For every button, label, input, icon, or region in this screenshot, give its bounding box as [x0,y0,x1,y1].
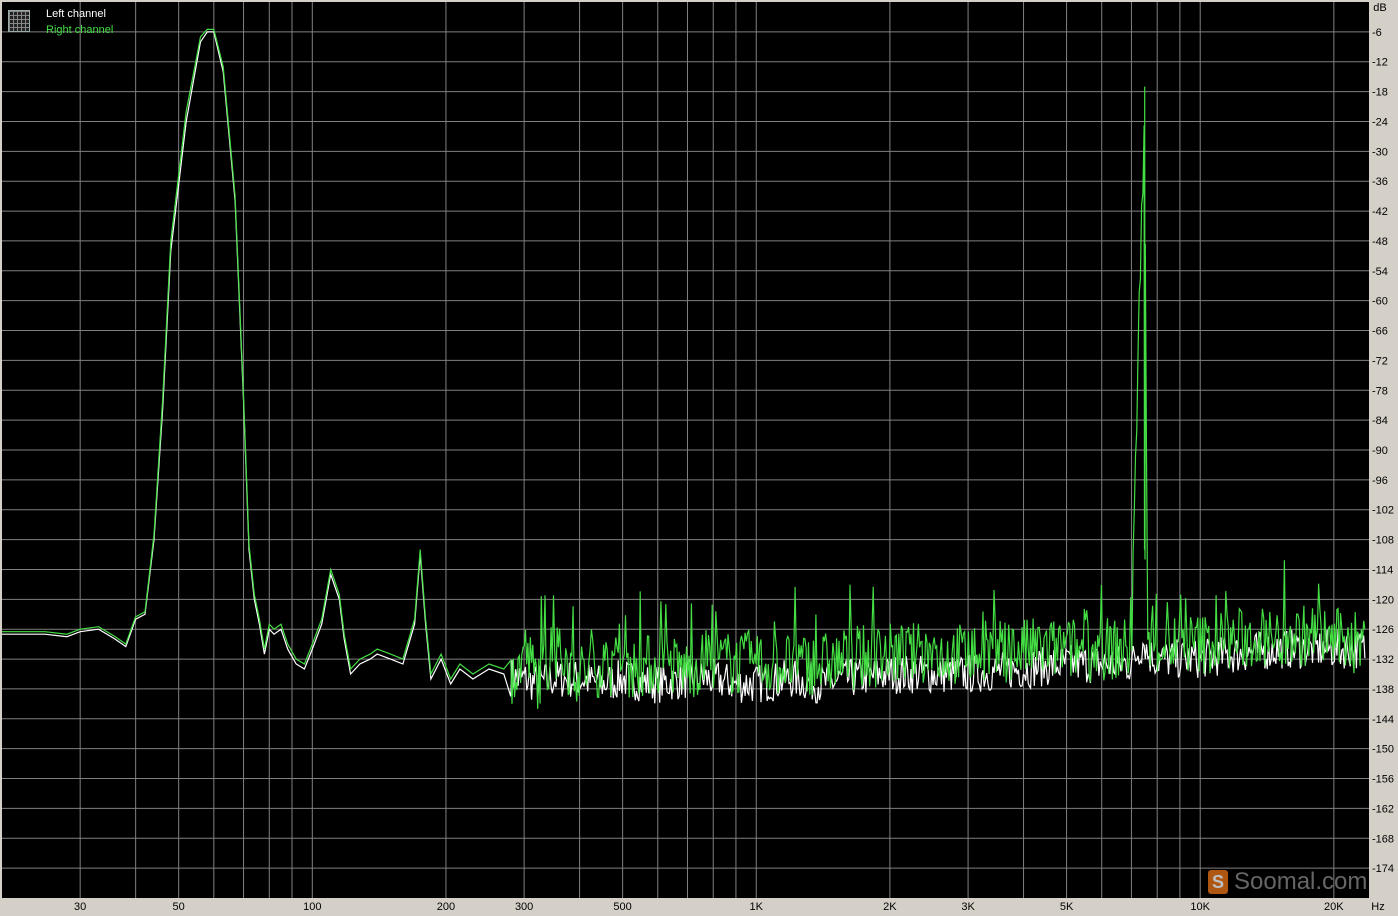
y-tick-label: -156 [1372,774,1394,786]
y-tick-label: -12 [1372,57,1388,69]
x-tick-label: 5K [1060,901,1074,913]
y-tick-label: -162 [1372,803,1394,815]
y-tick-label: -102 [1372,505,1394,517]
x-tick-label: 100 [303,901,321,913]
x-tick-label: 500 [613,901,631,913]
y-tick-label: -36 [1372,176,1388,188]
y-tick-label: -96 [1372,475,1388,487]
x-tick-label: 1K [750,901,764,913]
y-tick-label: -168 [1372,833,1394,845]
y-tick-label: -6 [1372,27,1382,39]
y-tick-label: -18 [1372,87,1388,99]
y-tick-label: -108 [1372,535,1394,547]
y-tick-label: -42 [1372,206,1388,218]
y-tick-label: -78 [1372,385,1388,397]
y-tick-label: -48 [1372,236,1388,248]
x-tick-label: 50 [173,901,185,913]
y-tick-label: -84 [1372,415,1388,427]
x-tick-label: 300 [515,901,533,913]
spectrum-chart: 30 50 100 200 300 500 1K 2K 3K 5K 10K 20K Hz dB -6 -12… [2,2,1394,913]
legend: Left channel Right channel [8,6,113,40]
x-tick-label: 30 [74,901,86,913]
x-tick-label: 20K [1324,901,1344,913]
x-tick-label: 3K [961,901,975,913]
x-unit-label: Hz [1371,901,1384,913]
legend-right-channel[interactable]: Right channel [46,22,113,38]
y-tick-label: -66 [1372,326,1388,338]
legend-left-channel[interactable]: Left channel [46,6,113,22]
soomal-logo-icon: S [1208,870,1228,894]
spectrum-analyzer-window: 30 50 100 200 300 500 1K 2K 3K 5K 10K 20K Hz dB -6 -12… [0,0,1398,916]
y-tick-label: -132 [1372,654,1394,666]
x-tick-label: 2K [883,901,897,913]
y-axis: dB -6 -12 -18 -24 -30 -36 -42 -48 -54 -60 -66 -72 -78… [1372,2,1394,875]
x-axis: 30 50 100 200 300 500 1K 2K 3K 5K 10K 20K Hz [74,901,1385,913]
y-tick-label: -138 [1372,684,1394,696]
y-tick-label: -144 [1372,714,1394,726]
x-tick-label: 10K [1190,901,1210,913]
legend-list: Left channel Right channel [46,6,113,38]
y-tick-label: -30 [1372,146,1388,158]
x-tick-label: 200 [437,901,455,913]
y-tick-label: -120 [1372,594,1394,606]
y-tick-label: -60 [1372,296,1388,308]
grid-icon[interactable] [8,10,30,32]
y-tick-label: -54 [1372,266,1388,278]
watermark: S Soomal.com [1208,868,1367,896]
y-tick-label: -72 [1372,355,1388,367]
y-tick-label: -174 [1372,863,1394,875]
y-tick-label: -24 [1372,116,1388,128]
y-tick-label: -126 [1372,624,1394,636]
y-tick-label: -114 [1372,564,1393,576]
y-tick-label: -150 [1372,744,1394,756]
y-tick-label: -90 [1372,445,1388,457]
watermark-text: Soomal.com [1234,868,1368,895]
y-unit-label: dB [1373,2,1386,14]
